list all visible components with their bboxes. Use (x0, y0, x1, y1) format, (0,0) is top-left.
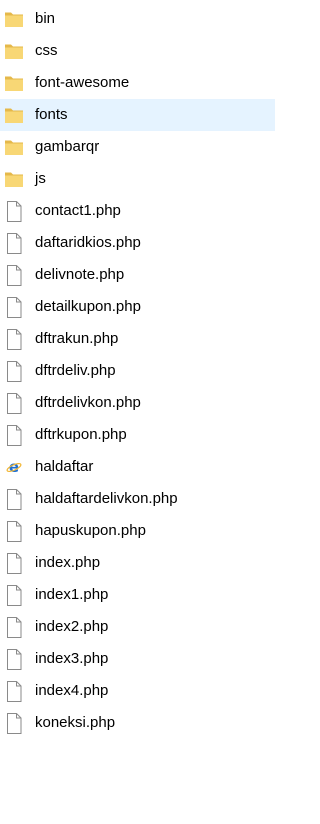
item-label: dftrdelivkon.php (35, 394, 141, 411)
folder-icon (3, 103, 25, 127)
file-item[interactable]: daftaridkios.php (0, 227, 275, 259)
folder-icon (3, 135, 25, 159)
file-icon (3, 391, 25, 415)
file-icon (3, 487, 25, 511)
folder-item[interactable]: css (0, 35, 275, 67)
file-item[interactable]: index2.php (0, 611, 275, 643)
folder-item[interactable]: bin (0, 3, 275, 35)
file-item[interactable]: detailkupon.php (0, 291, 275, 323)
item-label: bin (35, 10, 56, 27)
file-icon (3, 423, 25, 447)
file-icon (3, 199, 25, 223)
item-label: daftaridkios.php (35, 234, 141, 251)
internet-explorer-icon: e (3, 455, 25, 479)
item-label: css (35, 42, 58, 59)
file-item[interactable]: hapuskupon.php (0, 515, 275, 547)
folder-icon (3, 71, 25, 95)
file-icon (3, 615, 25, 639)
item-label: index.php (35, 554, 101, 571)
file-item[interactable]: index4.php (0, 675, 275, 707)
item-label: delivnote.php (35, 266, 125, 283)
folder-item[interactable]: js (0, 163, 275, 195)
item-label: fonts (35, 106, 68, 123)
file-item[interactable]: dftrkupon.php (0, 419, 275, 451)
file-item[interactable]: contact1.php (0, 195, 275, 227)
item-label: dftrdeliv.php (35, 362, 116, 379)
file-list: bin css font-awesome fonts gambarqr js contact… (0, 0, 275, 739)
file-icon (3, 551, 25, 575)
folder-icon (3, 7, 25, 31)
file-icon (3, 679, 25, 703)
file-icon (3, 295, 25, 319)
file-icon (3, 519, 25, 543)
folder-icon (3, 39, 25, 63)
file-item[interactable]: delivnote.php (0, 259, 275, 291)
item-label: font-awesome (35, 74, 130, 91)
item-label: haldaftar (35, 458, 94, 475)
item-label: hapuskupon.php (35, 522, 146, 539)
file-item[interactable]: dftrdeliv.php (0, 355, 275, 387)
file-icon (3, 263, 25, 287)
file-item[interactable]: index3.php (0, 643, 275, 675)
file-item[interactable]: e haldaftar (0, 451, 275, 483)
item-label: gambarqr (35, 138, 100, 155)
item-label: contact1.php (35, 202, 121, 219)
item-label: index4.php (35, 682, 109, 699)
file-item[interactable]: dftrakun.php (0, 323, 275, 355)
file-item[interactable]: index.php (0, 547, 275, 579)
item-label: detailkupon.php (35, 298, 141, 315)
file-icon (3, 231, 25, 255)
file-item[interactable]: dftrdelivkon.php (0, 387, 275, 419)
file-item[interactable]: index1.php (0, 579, 275, 611)
item-label: index1.php (35, 586, 109, 603)
file-icon (3, 359, 25, 383)
item-label: index2.php (35, 618, 109, 635)
item-label: js (35, 170, 46, 187)
item-label: dftrakun.php (35, 330, 119, 347)
folder-icon (3, 167, 25, 191)
folder-item[interactable]: fonts (0, 99, 275, 131)
item-label: haldaftardelivkon.php (35, 490, 178, 507)
file-icon (3, 647, 25, 671)
folder-item[interactable]: gambarqr (0, 131, 275, 163)
file-icon (3, 711, 25, 735)
item-label: dftrkupon.php (35, 426, 127, 443)
file-item[interactable]: koneksi.php (0, 707, 275, 739)
file-icon (3, 583, 25, 607)
folder-item[interactable]: font-awesome (0, 67, 275, 99)
item-label: koneksi.php (35, 714, 116, 731)
file-icon (3, 327, 25, 351)
item-label: index3.php (35, 650, 109, 667)
file-item[interactable]: haldaftardelivkon.php (0, 483, 275, 515)
